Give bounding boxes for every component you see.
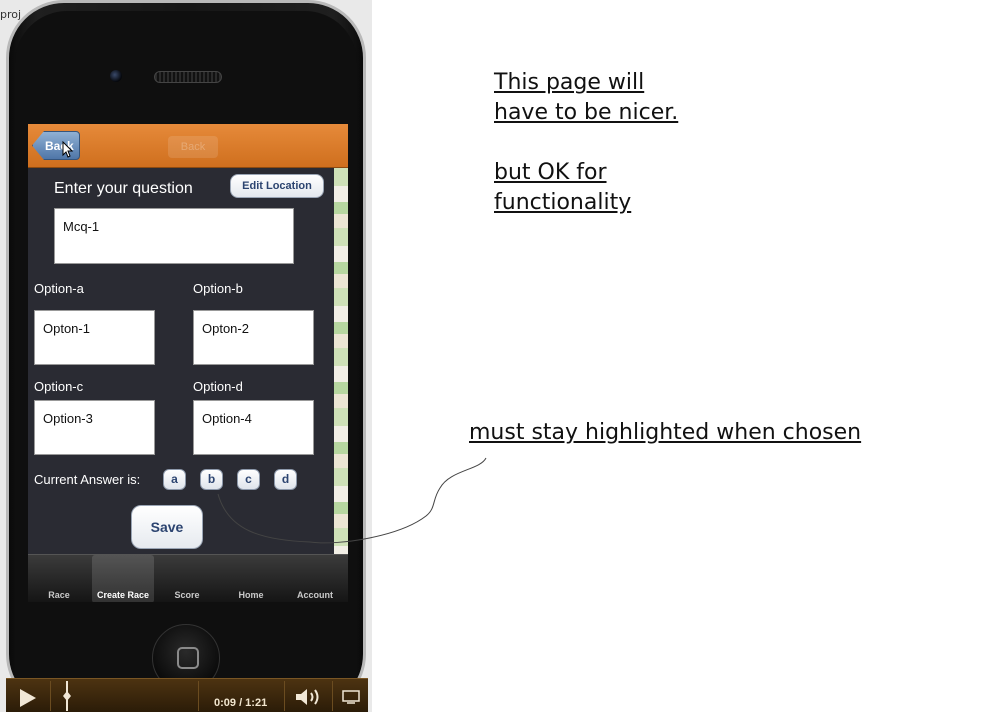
annotation-connector-line [217,457,487,544]
